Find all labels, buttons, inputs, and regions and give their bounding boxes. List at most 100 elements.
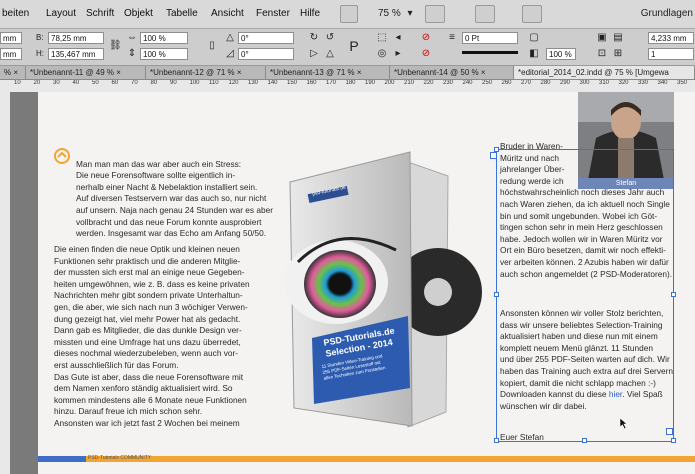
tab-unbenannt-11[interactable]: *Unbenannt-11 @ 49 % ×	[26, 66, 146, 79]
menu-layout[interactable]: Layout	[46, 8, 76, 19]
document-tabs: % × *Unbenannt-11 @ 49 % × *Unbenannt-12…	[0, 66, 695, 80]
select-next-icon[interactable]: ▸	[392, 48, 404, 60]
stroke-none-icon[interactable]: ⊘	[420, 48, 432, 60]
tab-unbenannt-14[interactable]: *Unbenannt-14 @ 50 % ×	[390, 66, 514, 79]
fit-content-icon[interactable]: ⊞	[612, 48, 624, 60]
flip-horizontal-icon[interactable]: ▷	[308, 48, 320, 60]
ruler-tick-label: 210	[404, 80, 415, 86]
select-previous-icon[interactable]: ◂	[392, 32, 404, 44]
ruler-tick-label: 260	[501, 80, 512, 86]
height-field[interactable]: 135,467 mm	[48, 48, 104, 60]
ruler-tick-label: 40	[72, 80, 80, 86]
resize-handle-left[interactable]	[494, 292, 499, 297]
ruler-tick-label: 160	[306, 80, 317, 86]
select-content-icon[interactable]: ◎	[376, 48, 388, 60]
link-icon[interactable]: ⛓	[109, 40, 122, 52]
ruler-tick-label: 170	[326, 80, 337, 86]
ruler-tick-label: 180	[345, 80, 356, 86]
ruler-tick-label: 50	[92, 80, 99, 86]
left-column-paragraph-2[interactable]: Die einen finden die neue Optik und klei…	[54, 244, 250, 430]
ruler-tick-label: 340	[657, 80, 668, 86]
fill-none-icon[interactable]: ⊘	[420, 32, 432, 44]
pasteboard	[10, 92, 38, 474]
x-field[interactable]: mm	[0, 32, 22, 44]
out-port-icon[interactable]	[666, 428, 673, 435]
selected-text-frame[interactable]	[496, 149, 674, 442]
left-column-intro[interactable]: Man man man das war aber auch ein Stress…	[54, 147, 273, 251]
menu-ansicht[interactable]: Ansicht	[211, 8, 244, 19]
menu-objekt[interactable]: Objekt	[124, 8, 153, 19]
workspace-switcher[interactable]: Grundlagen	[641, 8, 693, 19]
chevron-down-icon[interactable]: ▾	[404, 8, 416, 20]
ruler-tick-label: 90	[170, 80, 177, 86]
ruler-tick-label: 300	[579, 80, 590, 86]
ruler-tick-label: 200	[384, 80, 395, 86]
product-box-image[interactable]	[278, 142, 518, 440]
ruler-tick-label: 150	[287, 80, 298, 86]
tab-unbenannt-12[interactable]: *Unbenannt-12 @ 71 % ×	[146, 66, 266, 79]
scale-y-icon: ⇕	[127, 48, 137, 59]
resize-handle-bl[interactable]	[494, 438, 499, 443]
zoom-level[interactable]: 75 %	[378, 8, 401, 19]
view-options-button[interactable]	[425, 5, 445, 23]
height-label: H:	[36, 49, 44, 58]
resize-handle-right[interactable]	[671, 292, 676, 297]
page-footer-text: PSD-Tutorials COMMUNITY	[88, 455, 152, 461]
resize-handle-bottom[interactable]	[582, 438, 587, 443]
text-wrap-bbox-icon[interactable]: ▤	[612, 32, 624, 44]
menu-fenster[interactable]: Fenster	[256, 8, 290, 19]
ruler-tick-label: 80	[150, 80, 158, 86]
shear-field[interactable]: 0°	[238, 48, 294, 60]
width-field[interactable]: 78,25 mm	[48, 32, 104, 44]
ruler-tick-label: 270	[521, 80, 532, 86]
rotate-cw-icon[interactable]: ↻	[308, 32, 320, 44]
ruler-tick-label: 130	[248, 80, 259, 86]
menu-schrift[interactable]: Schrift	[86, 8, 114, 19]
ruler-tick-label: 290	[560, 80, 571, 86]
ruler-tick-label: 310	[599, 80, 610, 86]
rotate-ccw-icon[interactable]: ↺	[324, 32, 336, 44]
arrange-documents-button[interactable]	[522, 5, 542, 23]
ruler-tick-label: 20	[33, 80, 41, 86]
tab-unbenannt-13[interactable]: *Unbenannt-13 @ 71 % ×	[266, 66, 390, 79]
wrap-offset-field[interactable]: 4,233 mm	[648, 32, 694, 44]
ruler-tick-label: 320	[618, 80, 629, 86]
left-column-paragraph-1: Man man man das war aber auch ein Stress…	[76, 158, 273, 239]
columns-field[interactable]: 1	[648, 48, 694, 60]
stroke-weight-field[interactable]: 0 Pt	[462, 32, 518, 44]
opacity-field[interactable]: 100 %	[546, 48, 576, 60]
flip-vertical-icon[interactable]: △	[324, 48, 336, 60]
menu-hilfe[interactable]: Hilfe	[300, 8, 320, 19]
tab-document-10[interactable]: % ×	[0, 66, 26, 79]
menu-bearbeiten[interactable]: beiten	[2, 8, 29, 19]
tab-editorial[interactable]: *editorial_2014_02.indd @ 75 % [Umgewa	[514, 66, 695, 79]
ruler-tick-label: 220	[423, 80, 434, 86]
ruler-tick-label: 120	[228, 80, 239, 86]
menu-tabelle[interactable]: Tabelle	[166, 8, 198, 19]
ruler-tick-label: 100	[189, 80, 200, 86]
ruler-tick-label: 250	[482, 80, 493, 86]
ruler-tick-label: 190	[365, 80, 376, 86]
text-wrap-icon[interactable]: ▣	[596, 32, 608, 44]
in-port-icon[interactable]	[490, 152, 497, 159]
scale-x-field[interactable]: 100 %	[140, 32, 188, 44]
scale-x-icon: ⇔	[127, 32, 137, 43]
select-container-icon[interactable]: ⬚	[376, 32, 388, 44]
scale-y-field[interactable]: 100 %	[140, 48, 188, 60]
fit-frame-icon[interactable]: ⊡	[596, 48, 608, 60]
screen-mode-button[interactable]	[475, 5, 495, 23]
stroke-weight-icon: ≡	[449, 32, 455, 43]
stroke-type-swatch[interactable]	[462, 51, 518, 54]
menu-bar: beiten Layout Schrift Objekt Tabelle Ans…	[0, 0, 695, 29]
control-panel: mm mm B: H: 78,25 mm 135,467 mm ⛓ ⇔ ⇕ 10…	[0, 29, 695, 66]
corner-options-icon[interactable]: ▢	[528, 32, 540, 44]
ruler-tick-label: 60	[111, 80, 119, 86]
bridge-button[interactable]	[340, 5, 358, 23]
opacity-icon[interactable]: ◧	[528, 48, 540, 60]
constrain-proportions-icon[interactable]: ▯	[206, 40, 218, 52]
resize-handle-br[interactable]	[671, 438, 676, 443]
document-page[interactable]: Man man man das war aber auch ein Stress…	[38, 92, 695, 474]
rotation-field[interactable]: 0°	[238, 32, 294, 44]
y-field[interactable]: mm	[0, 48, 22, 60]
ruler-tick-label: 10	[14, 80, 21, 86]
